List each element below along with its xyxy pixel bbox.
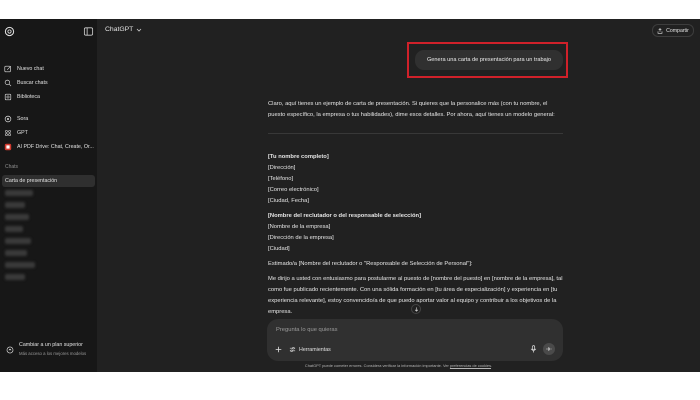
model-selector[interactable]: ChatGPT bbox=[105, 26, 142, 33]
sender-line: [Ciudad, Fecha] bbox=[268, 198, 309, 204]
chat-item-redacted[interactable] bbox=[5, 238, 31, 244]
salutation: Estimado/a [Nombre del reclutador o "Res… bbox=[268, 261, 473, 267]
message-composer[interactable]: Pregunta lo que quieras Herramientas bbox=[267, 319, 563, 361]
sidebar: Nuevo chat Buscar chats Biblioteca Sora bbox=[0, 19, 97, 372]
sender-name: [Tu nombre completo] bbox=[268, 154, 329, 160]
sidebar-toggle-icon[interactable] bbox=[83, 26, 94, 37]
tools-icon bbox=[289, 347, 296, 352]
chat-item-redacted[interactable] bbox=[5, 214, 29, 220]
disclaimer: ChatGPT puede cometer errores. Considera… bbox=[97, 363, 700, 368]
upgrade-plan[interactable]: Cambiar a un plan superior Más acceso a … bbox=[0, 337, 97, 365]
response-intro: Claro, aquí tienes un ejemplo de carta d… bbox=[268, 101, 555, 118]
microphone-icon[interactable] bbox=[530, 345, 537, 353]
chat-item-redacted[interactable] bbox=[5, 262, 35, 268]
chats-section-label: Chats bbox=[5, 164, 19, 170]
share-label: Compartir bbox=[666, 27, 689, 34]
sidebar-item-label: GPT bbox=[17, 130, 28, 136]
chat-item-redacted[interactable] bbox=[5, 190, 33, 196]
sidebar-item-library[interactable]: Biblioteca bbox=[3, 91, 94, 103]
composer-placeholder[interactable]: Pregunta lo que quieras bbox=[276, 327, 338, 333]
upgrade-icon bbox=[6, 346, 14, 354]
chat-item-redacted[interactable] bbox=[5, 202, 25, 208]
sender-line: [Dirección] bbox=[268, 165, 296, 171]
gpt-icon bbox=[5, 130, 11, 136]
sidebar-item-label: Biblioteca bbox=[17, 94, 40, 100]
share-icon bbox=[657, 27, 663, 34]
chat-item-redacted[interactable] bbox=[5, 226, 23, 232]
sidebar-item-label: Buscar chats bbox=[17, 80, 48, 86]
assistant-response: Claro, aquí tienes un ejemplo de carta d… bbox=[268, 99, 563, 318]
upgrade-title: Cambiar a un plan superior bbox=[19, 342, 83, 348]
sora-icon bbox=[4, 115, 12, 123]
arrow-down-icon bbox=[414, 307, 419, 312]
scroll-down-button[interactable] bbox=[411, 304, 421, 314]
sidebar-item-label: Sora bbox=[17, 116, 29, 122]
sidebar-item-gpt[interactable]: GPT bbox=[3, 127, 94, 139]
chat-item-label: Carta de presentación bbox=[5, 178, 58, 184]
recipient-line: [Ciudad] bbox=[268, 246, 290, 252]
user-message-text: Genera una carta de presentación para un… bbox=[426, 57, 552, 63]
plus-icon[interactable] bbox=[275, 346, 282, 353]
share-button[interactable]: Compartir bbox=[652, 24, 694, 37]
sidebar-item-label: Nuevo chat bbox=[17, 66, 44, 72]
recipient-line: [Dirección de la empresa] bbox=[268, 235, 334, 241]
tools-button[interactable]: Herramientas bbox=[289, 344, 331, 355]
new-chat-icon bbox=[4, 65, 12, 73]
upgrade-subtitle: Más acceso a los mejores modelos bbox=[19, 351, 87, 356]
divider bbox=[268, 133, 563, 134]
disclaimer-end: . bbox=[491, 363, 493, 368]
user-message: Genera una carta de presentación para un… bbox=[415, 50, 563, 70]
chatgpt-window: Nuevo chat Buscar chats Biblioteca Sora bbox=[0, 19, 700, 372]
chat-item-active[interactable]: Carta de presentación bbox=[2, 175, 95, 187]
voice-mode-button[interactable] bbox=[543, 343, 555, 355]
disclaimer-text: ChatGPT puede cometer errores. Considera… bbox=[304, 363, 450, 368]
voice-waveform-icon bbox=[546, 347, 552, 351]
cookie-preferences-link[interactable]: preferencias de cookies bbox=[450, 363, 491, 368]
tools-label: Herramientas bbox=[299, 346, 331, 353]
model-name: ChatGPT bbox=[105, 26, 134, 33]
chat-item-redacted[interactable] bbox=[5, 250, 27, 256]
sidebar-header bbox=[0, 25, 97, 39]
sidebar-item-new-chat[interactable]: Nuevo chat bbox=[3, 63, 94, 75]
sidebar-item-sora[interactable]: Sora bbox=[3, 113, 94, 125]
sidebar-item-label: AI PDF Drive: Chat, Create, Or... bbox=[17, 144, 94, 150]
sidebar-item-ai-pdf-drive[interactable]: AI PDF Drive: Chat, Create, Or... bbox=[3, 141, 94, 153]
openai-logo-icon[interactable] bbox=[4, 26, 15, 37]
pdf-drive-icon bbox=[4, 143, 12, 151]
main-panel: ChatGPT Compartir Genera una carta de pr… bbox=[97, 19, 700, 372]
search-icon bbox=[4, 79, 12, 87]
library-icon bbox=[4, 93, 12, 101]
chevron-down-icon bbox=[137, 28, 142, 32]
recipient-line: [Nombre de la empresa] bbox=[268, 224, 331, 230]
chat-item-redacted[interactable] bbox=[5, 274, 25, 280]
sender-line: [Teléfono] bbox=[268, 176, 294, 182]
recipient-name: [Nombre del reclutador o del responsable… bbox=[268, 213, 422, 219]
sender-line: [Correo electrónico] bbox=[268, 187, 319, 193]
sidebar-item-search-chats[interactable]: Buscar chats bbox=[3, 77, 94, 89]
